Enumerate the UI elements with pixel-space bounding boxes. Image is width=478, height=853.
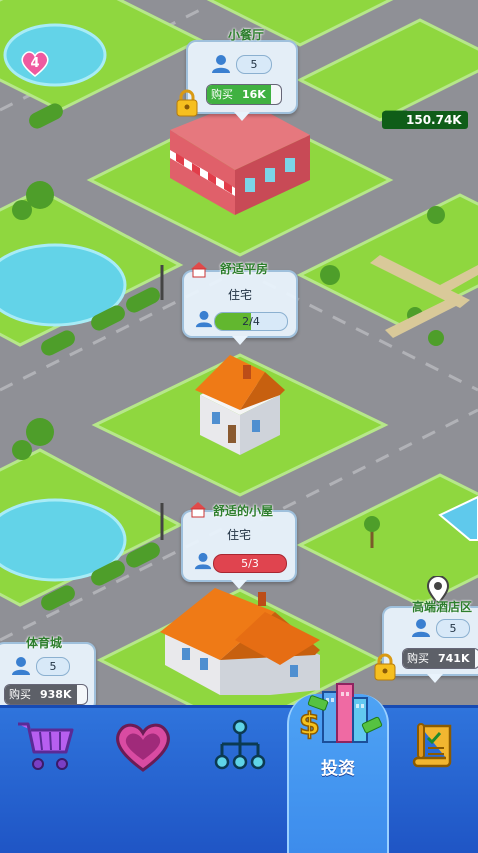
stadium-title: 体育城 xyxy=(26,636,63,650)
stadium-card[interactable]: 体育城 5 购买 938K xyxy=(0,636,96,712)
restaurant-buy-button[interactable]: 购买 16K xyxy=(206,84,282,105)
quest-scroll-icon xyxy=(412,723,452,768)
nav-quest-button[interactable] xyxy=(388,708,478,853)
user-icon xyxy=(194,552,212,570)
svg-text:$: $ xyxy=(299,707,320,742)
restaurant-title: 小餐厅 xyxy=(228,28,265,42)
house-icon xyxy=(191,262,207,278)
user-icon xyxy=(212,55,230,73)
user-icon xyxy=(412,619,430,637)
heart-icon xyxy=(116,723,170,772)
network-icon xyxy=(214,719,266,770)
restaurant-card[interactable]: 小餐厅 5 购买 16K xyxy=(186,28,298,121)
nav-invest-button[interactable]: $ 投资 xyxy=(287,683,389,853)
cottage-title: 舒适的小屋 xyxy=(213,504,274,518)
lives-heart-badge[interactable]: 4 xyxy=(20,50,50,78)
money-value: 150.74K xyxy=(382,111,468,129)
nav-favorites-button[interactable] xyxy=(96,708,188,853)
invest-icon: $ xyxy=(298,683,383,743)
money-income-tag[interactable]: 150.74K xyxy=(382,109,468,129)
bungalow-card[interactable]: 舒适平房 住宅 2/4 xyxy=(182,262,298,345)
nav-shop-button[interactable] xyxy=(0,708,92,853)
shopping-cart-icon xyxy=(18,722,74,770)
user-icon xyxy=(195,310,213,328)
stadium-count: 5 xyxy=(36,657,70,676)
lock-icon xyxy=(374,653,396,681)
restaurant-count: 5 xyxy=(236,55,272,74)
stadium-buy-button[interactable]: 购买 938K xyxy=(4,684,88,705)
bungalow-occupancy: 2/4 xyxy=(242,315,260,328)
lives-count: 4 xyxy=(30,56,40,71)
user-icon xyxy=(12,657,30,675)
hotel-buy-button[interactable]: 购买 741K xyxy=(402,648,478,669)
lock-icon xyxy=(176,89,198,117)
nav-invest-label: 投资 xyxy=(321,759,355,779)
bungalow-title: 舒适平房 xyxy=(220,262,269,276)
hotel-count: 5 xyxy=(436,619,470,638)
house-icon xyxy=(190,502,206,518)
bungalow-occupancy-bar: 2/4 xyxy=(214,312,288,331)
bottom-nav: $ 投资 xyxy=(0,683,478,853)
cottage-occupancy-bar: 5/3 xyxy=(213,554,287,573)
cottage-occupancy: 5/3 xyxy=(241,557,259,570)
nav-network-button[interactable] xyxy=(192,708,284,853)
cottage-card[interactable]: 舒适的小屋 住宅 5/3 xyxy=(181,502,297,589)
bungalow-type: 住宅 xyxy=(227,288,252,302)
cottage-type: 住宅 xyxy=(226,528,251,542)
hotel-title: 高端酒店区 xyxy=(412,600,473,614)
